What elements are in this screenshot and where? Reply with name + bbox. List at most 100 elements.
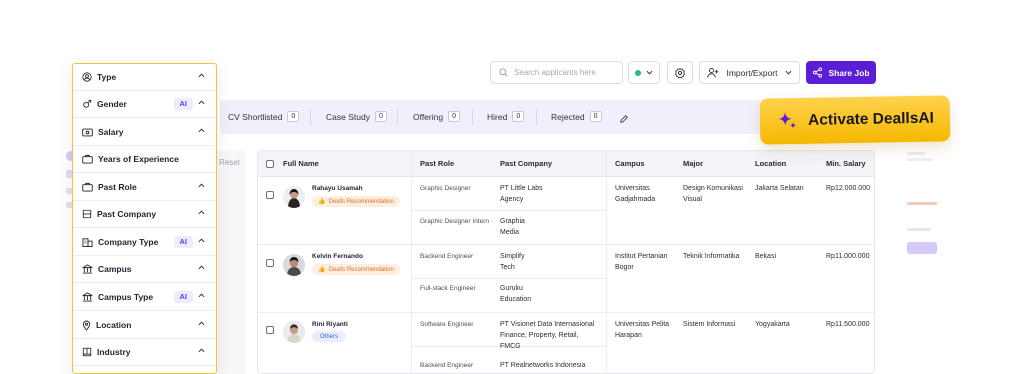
reset-filters-link[interactable]: Reset — [219, 158, 240, 167]
settings-button[interactable] — [667, 61, 693, 84]
tab-offering[interactable]: Offering 0 — [413, 111, 461, 122]
pencil-icon — [620, 115, 628, 123]
column-header-location[interactable]: Location — [755, 159, 786, 168]
filter-label: Years of Experience — [98, 154, 179, 164]
filter-company-type[interactable]: Company Type AI — [73, 229, 215, 256]
filter-salary[interactable]: Salary — [73, 119, 215, 146]
tab-count: 0 — [589, 111, 602, 122]
applicant-name[interactable]: Rini Riyanti — [312, 321, 348, 328]
column-header-past-company[interactable]: Past Company — [500, 159, 552, 168]
major: Design Komunikasi Visual — [683, 183, 743, 205]
avatar — [283, 321, 305, 343]
row-checkbox[interactable] — [266, 326, 274, 334]
past-role: Backend Engineer — [420, 253, 474, 260]
past-role: Graphic Designer Intern — [420, 218, 490, 225]
past-company-line: PT Realnetworks Indonesia — [500, 362, 586, 369]
applicant-name[interactable]: Kelvin Fernando — [312, 253, 363, 260]
past-role: Full-stack Engineer — [420, 285, 476, 292]
location: Yogyakarta — [755, 321, 790, 328]
badge-label: Dealls Recommendation — [328, 266, 394, 273]
filter-past-role[interactable]: Past Role — [73, 174, 215, 201]
search-bar[interactable] — [490, 61, 623, 84]
tab-divider — [536, 109, 537, 125]
past-role: Graphic Designer — [420, 185, 471, 192]
applicant-name[interactable]: Rahayu Usamah — [312, 185, 363, 192]
filter-label: Past Role — [98, 182, 137, 192]
industry-icon — [82, 347, 92, 357]
tab-case-study[interactable]: Case Study 0 — [326, 111, 387, 122]
location: Bekasi — [755, 253, 777, 260]
chevron-up-icon — [198, 210, 205, 215]
share-job-label: Share Job — [828, 67, 870, 78]
gender-icon — [83, 99, 92, 108]
filter-label: Campus — [98, 264, 132, 274]
past-company-line: Graphia — [500, 218, 525, 225]
filter-type[interactable]: Type — [73, 64, 215, 91]
search-input[interactable] — [514, 68, 614, 77]
money-icon — [82, 128, 93, 136]
major: Teknik Informatika — [683, 251, 739, 262]
filter-industry[interactable]: Industry — [73, 339, 215, 366]
filter-location[interactable]: Location — [73, 312, 215, 339]
location: Jakarta Selatan — [755, 185, 804, 192]
past-company: PT Little Labs Agency — [500, 183, 543, 205]
campus-icon — [82, 292, 93, 302]
recommendation-badge: 👍 Dealls Recommendation — [312, 264, 400, 275]
past-company-line: Tech — [500, 264, 515, 271]
chevron-down-icon — [646, 70, 653, 75]
filter-past-company[interactable]: Past Company — [73, 201, 215, 228]
select-all-checkbox[interactable] — [266, 160, 274, 168]
filter-years-of-experience[interactable]: Years of Experience — [73, 146, 215, 173]
campus-line: Gadjahmada — [615, 196, 656, 203]
row-divider — [258, 244, 874, 245]
tab-cv-shortlisted[interactable]: CV Shortlisted 0 — [228, 111, 300, 122]
campus: Institut Pertanian Bogor — [615, 251, 668, 273]
ai-badge: AI — [173, 236, 193, 248]
column-header-full-name[interactable]: Full Name — [283, 159, 319, 168]
column-header-min-salary[interactable]: Min. Salary — [826, 159, 866, 168]
filter-campus-type[interactable]: Campus Type AI — [73, 284, 215, 311]
campus: Universitas Pelita Harapan — [615, 319, 669, 341]
briefcase-icon — [82, 182, 93, 192]
row-checkbox[interactable] — [266, 191, 274, 199]
status-dropdown[interactable] — [628, 61, 660, 84]
past-company: PT Realnetworks Indonesia — [500, 360, 585, 371]
edit-tabs-button[interactable] — [619, 111, 629, 129]
past-role: Software Engineer — [420, 321, 474, 328]
past-company: PT Visionet Data Internasional Finance, … — [500, 319, 594, 352]
chevron-up-icon — [198, 321, 205, 326]
import-export-button[interactable]: Import/Export — [699, 61, 800, 84]
tab-label: Offering — [413, 111, 444, 122]
subrow-divider — [411, 210, 606, 211]
min-salary: Rp12.000.000 — [826, 185, 870, 192]
applicants-table: Full Name Past Role Past Company Campus … — [257, 150, 875, 374]
thumbs-up-icon: 👍 — [318, 199, 326, 205]
chevron-up-icon — [198, 73, 205, 78]
campus-line: Universitas — [615, 185, 650, 192]
office-building-icon — [82, 238, 93, 247]
campus-line: Bogor — [615, 264, 634, 271]
chevron-up-icon — [198, 183, 205, 188]
campus-line: Harapan — [615, 332, 642, 339]
min-salary: Rp11.000.000 — [826, 253, 870, 260]
tab-rejected[interactable]: Rejected 0 — [551, 111, 602, 122]
tab-hired[interactable]: Hired 0 — [487, 111, 525, 122]
briefcase-icon — [82, 154, 93, 164]
column-header-campus[interactable]: Campus — [615, 159, 645, 168]
tab-divider — [472, 109, 473, 125]
column-header-major[interactable]: Major — [683, 159, 703, 168]
filter-label: Industry — [97, 347, 131, 357]
column-header-past-role[interactable]: Past Role — [420, 159, 454, 168]
search-icon — [499, 68, 508, 77]
filter-label: Company Type — [98, 237, 159, 247]
chevron-up-icon — [198, 293, 205, 298]
filter-campus[interactable]: Campus — [73, 256, 215, 283]
row-checkbox[interactable] — [266, 259, 274, 267]
activate-deallsai-button[interactable]: Activate DeallsAI — [759, 95, 951, 145]
filter-gender[interactable]: Gender AI — [73, 91, 215, 118]
campus-line: Institut Pertanian — [615, 253, 668, 260]
chevron-down-icon — [785, 70, 792, 75]
share-job-button[interactable]: Share Job — [806, 61, 876, 84]
tab-count: 0 — [374, 111, 387, 122]
filter-label: Past Company — [97, 209, 157, 219]
